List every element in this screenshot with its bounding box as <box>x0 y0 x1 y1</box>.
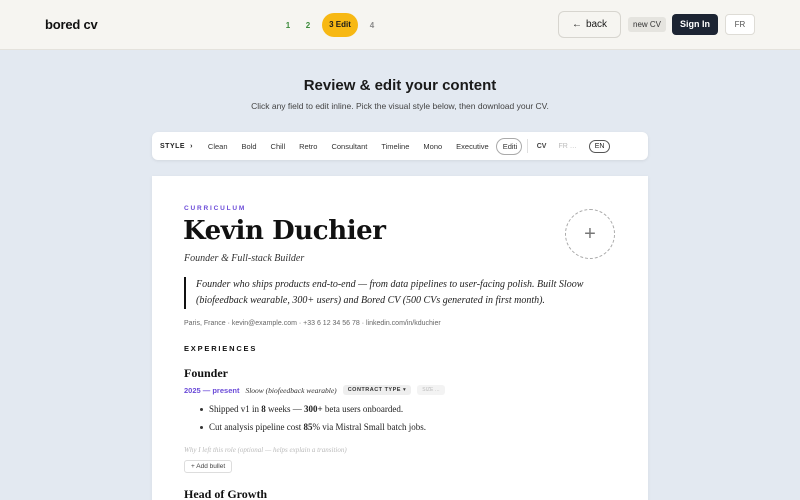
contract-type-label: CONTRACT TYPE <box>347 387 401 393</box>
cv-language-fr[interactable]: FR … <box>558 143 576 150</box>
job-title[interactable]: Founder <box>184 366 228 381</box>
job-title[interactable]: Head of Growth <box>184 487 267 500</box>
style-label: STYLE › <box>160 143 193 150</box>
cv-language-label: CV <box>536 142 547 150</box>
sign-in-button[interactable]: Sign In <box>672 14 718 35</box>
style-option-clean[interactable]: Clean <box>201 142 235 151</box>
style-option-bold[interactable]: Bold <box>235 142 264 151</box>
plus-icon: + <box>584 222 596 245</box>
contract-type-select[interactable]: CONTRACT TYPE ▾ <box>342 385 412 395</box>
job-dates[interactable]: 2025 — present <box>184 386 239 395</box>
cv-role[interactable]: Founder & Full-stack Builder <box>184 253 304 264</box>
logo[interactable]: bored cv <box>45 17 98 32</box>
style-option-executive[interactable]: Executive <box>449 142 496 151</box>
company-size-select[interactable]: SIZE … <box>417 385 445 395</box>
new-cv-button[interactable]: new CV <box>628 17 667 32</box>
style-option-retro[interactable]: Retro <box>292 142 324 151</box>
list-item[interactable]: Shipped v1 in 8 weeks — 300+ beta users … <box>200 400 426 418</box>
page-subtitle: Click any field to edit inline. Pick the… <box>251 101 549 111</box>
step-1[interactable]: 1 <box>278 21 298 30</box>
add-bullet-button[interactable]: + Add bullet <box>184 460 233 473</box>
bullet-dot-icon <box>200 425 203 429</box>
cv-summary[interactable]: Founder who ships products end-to-end — … <box>184 277 584 309</box>
cv-language-en[interactable]: EN <box>588 139 611 153</box>
cv-document: CURRICULUM Kevin Duchier Founder & Full-… <box>152 176 648 500</box>
chevron-down-icon: ▾ <box>402 387 407 393</box>
page-title: Review & edit your content <box>303 77 497 94</box>
style-option-timeline[interactable]: Timeline <box>374 142 416 151</box>
why-left-input[interactable]: Why I left this role (optional — helps e… <box>184 446 347 454</box>
section-title-experiences[interactable]: EXPERIENCES <box>184 344 257 353</box>
job-meta: 2025 — present Sloow (biofeedback wearab… <box>184 385 445 395</box>
bullet-text: Shipped v1 in 8 weeks — 300+ beta users … <box>209 404 404 414</box>
cv-contact-line[interactable]: Paris, France · kevin@example.com · +33 … <box>184 320 441 327</box>
job-company[interactable]: Sloow (biofeedback wearable) <box>245 386 336 395</box>
back-label: back <box>585 19 608 30</box>
bullet-dot-icon <box>200 407 203 411</box>
style-option-selected[interactable]: Editi <box>495 137 522 155</box>
arrow-left-icon: ← <box>571 19 582 30</box>
list-item[interactable]: Cut analysis pipeline cost 85% via Mistr… <box>200 418 426 436</box>
top-bar: bored cv 1 2 3 Edit 4 ← back new CV Sign… <box>0 0 800 50</box>
step-2[interactable]: 2 <box>298 21 318 30</box>
bullet-text: Cut analysis pipeline cost 85% via Mistr… <box>209 422 426 432</box>
style-option-consultant[interactable]: Consultant <box>324 142 374 151</box>
style-option-chill[interactable]: Chill <box>264 142 293 151</box>
style-label-text: STYLE <box>160 142 186 150</box>
chevron-right-icon: › <box>190 142 193 150</box>
cv-name[interactable]: Kevin Duchier <box>183 216 386 246</box>
step-4[interactable]: 4 <box>362 21 382 30</box>
cv-kicker[interactable]: CURRICULUM <box>184 205 246 212</box>
style-option-mono[interactable]: Mono <box>416 142 449 151</box>
style-bar: STYLE › Clean Bold Chill Retro Consultan… <box>152 132 648 160</box>
divider <box>526 139 528 153</box>
add-photo-button[interactable]: + <box>565 209 615 259</box>
language-toggle[interactable]: FR <box>725 14 755 35</box>
step-indicator: 1 2 3 Edit 4 <box>278 13 382 37</box>
back-button[interactable]: ← back <box>558 11 621 38</box>
step-3-current[interactable]: 3 Edit <box>322 13 358 37</box>
job-bullets: Shipped v1 in 8 weeks — 300+ beta users … <box>200 400 426 436</box>
